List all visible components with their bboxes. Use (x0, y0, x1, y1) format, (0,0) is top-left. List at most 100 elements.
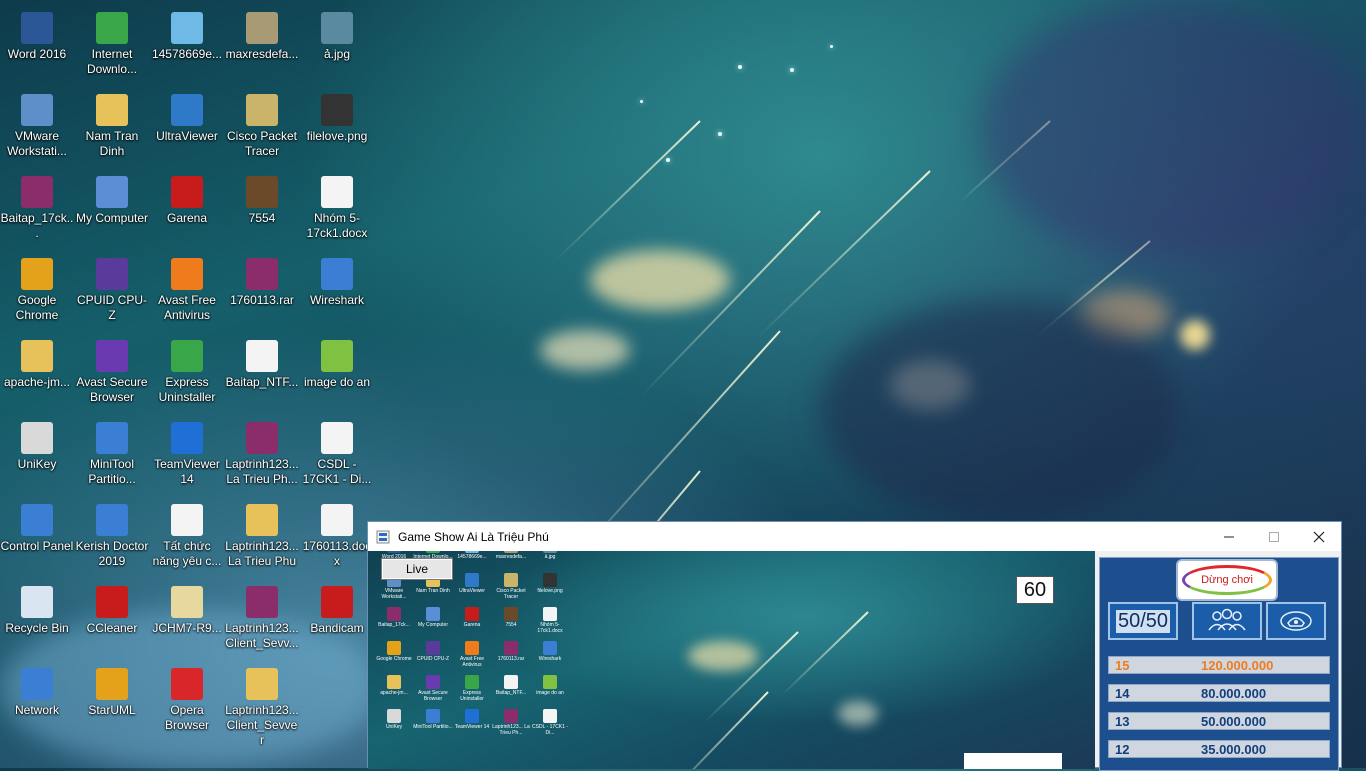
mini-icon-label: Laptrinh123... La Trieu Ph... (492, 724, 530, 736)
desktop-icon-label: Opera Browser (164, 703, 209, 732)
mini-icon-glyph (387, 675, 401, 689)
desktop-icon-laptrinh123-la-trieu-phu[interactable]: Laptrinh123... La Trieu Phu (225, 500, 299, 580)
desktop-icon-ccleaner[interactable]: CCleaner (75, 582, 149, 662)
maximize-button[interactable] (1251, 522, 1296, 551)
desktop-icon-label: Word 2016 (7, 47, 67, 61)
desktop-icon-label: VMware Workstati... (7, 129, 67, 158)
desktop-icon-7554[interactable]: 7554 (225, 172, 299, 252)
desktop-icon-csdl-17ck1-di[interactable]: CSDL - 17CK1 - Di... (300, 418, 374, 498)
desktop-icon-staruml[interactable]: StarUML (75, 664, 149, 744)
mini-desktop-icon: Laptrinh123... La Trieu Ph... (491, 707, 531, 751)
desktop-icon-nam-tran-dinh[interactable]: Nam Tran Dinh (75, 90, 149, 170)
close-button[interactable] (1296, 522, 1341, 551)
desktop-icon-laptrinh123-client-sevv[interactable]: Laptrinh123... Client_Sevv... (225, 582, 299, 662)
desktop-icon-minitool-partitio[interactable]: MiniTool Partitio... (75, 418, 149, 498)
desktop-icon-garena[interactable]: Garena (150, 172, 224, 252)
mini-icon-label: filelove.png (537, 588, 563, 594)
image-file-icon (171, 12, 203, 44)
bandicam-icon (321, 586, 353, 618)
lifeline-phone-friend-button[interactable] (1266, 602, 1326, 640)
lifeline-ask-audience-button[interactable] (1192, 602, 1262, 640)
mini-icon-label: Avast Free Antivirus (459, 656, 485, 668)
mini-icon-label: maxresdefa... (495, 554, 527, 560)
mini-icon-glyph (543, 573, 557, 587)
desktop-icon-avast-secure-browser[interactable]: Avast Secure Browser (75, 336, 149, 416)
mini-icon-label: UltraViewer (459, 588, 485, 594)
desktop-icon-label: Laptrinh123... Client_Sevver (225, 703, 299, 747)
desktop-icon-vmware-workstati[interactable]: VMware Workstati... (0, 90, 74, 170)
excel-file-icon (321, 422, 353, 454)
desktop-icon-word-2016[interactable]: Word 2016 (0, 8, 74, 88)
mini-icon-label: Google Chrome (376, 656, 412, 662)
desktop-icon-network[interactable]: Network (0, 664, 74, 744)
desktop-icon-control-panel[interactable]: Control Panel (0, 500, 74, 580)
desktop-icon-label: Recycle Bin (5, 621, 69, 635)
desktop-icon-cisco-packet-tracer[interactable]: Cisco Packet Tracer (225, 90, 299, 170)
live-screen-preview: Word 2016 Internet Downlo... 14578669e... m… (368, 551, 1095, 769)
teamviewer-icon (171, 422, 203, 454)
prize-amount: 35.000.000 (1201, 741, 1267, 757)
desktop-icon-my-computer[interactable]: My Computer (75, 172, 149, 252)
desktop-icon-ultraviewer[interactable]: UltraViewer (150, 90, 224, 170)
desktop-icon-label: apache-jm... (3, 375, 71, 389)
mini-icon-glyph (504, 551, 518, 553)
desktop-icon-label: Kerish Doctor 2019 (75, 539, 149, 568)
mini-icon-glyph (465, 607, 479, 621)
desktop-icon-t-t-ch-c-n-ng-y-u-c[interactable]: Tất chức năng yêu c... (150, 500, 224, 580)
minimize-button[interactable] (1206, 522, 1251, 551)
desktop-icon-kerish-doctor-2019[interactable]: Kerish Doctor 2019 (75, 500, 149, 580)
desktop-icon-jpg[interactable]: ả.jpg (300, 8, 374, 88)
winrar-icon (246, 258, 278, 290)
prize-row-14: 14 80.000.000 (1108, 684, 1330, 702)
mini-icon-label: TeamViewer 14 (454, 724, 490, 730)
chrome-icon (21, 258, 53, 290)
kerish-icon (96, 504, 128, 536)
desktop-icon-filelove-png[interactable]: filelove.png (300, 90, 374, 170)
desktop-icon-1760113-docx[interactable]: 1760113.docx (300, 500, 374, 580)
desktop-icon-laptrinh123-la-trieu-ph[interactable]: Laptrinh123... La Trieu Ph... (225, 418, 299, 498)
desktop-icon-1760113-rar[interactable]: 1760113.rar (225, 254, 299, 334)
mini-icon-label: 1760113.rar (497, 656, 525, 662)
desktop-icon-maxresdefa[interactable]: maxresdefa... (225, 8, 299, 88)
desktop-icon-label: CSDL - 17CK1 - Di... (302, 457, 372, 486)
desktop-icon-express-uninstaller[interactable]: Express Uninstaller (150, 336, 224, 416)
desktop-icon-unikey[interactable]: UniKey (0, 418, 74, 498)
desktop-icon-apache-jm[interactable]: apache-jm... (0, 336, 74, 416)
desktop-icon-label: Tất chức năng yêu c... (152, 539, 222, 568)
mini-icon-glyph (504, 573, 518, 587)
desktop-icon-label: 7554 (248, 211, 276, 225)
desktop-icon-recycle-bin[interactable]: Recycle Bin (0, 582, 74, 662)
desktop-icon-opera-browser[interactable]: Opera Browser (150, 664, 224, 744)
desktop-icon-wireshark[interactable]: Wireshark (300, 254, 374, 334)
desktop-icon-jchm7-r9[interactable]: JCHM7-R9... (150, 582, 224, 662)
mini-desktop-icon: MiniTool Partitio... (413, 707, 453, 751)
game-window: Game Show Ai Là Triệu Phú Word 2016 Inter… (367, 521, 1342, 771)
desktop-icon-cpuid-cpu-z[interactable]: CPUID CPU-Z (75, 254, 149, 334)
desktop-icon-14578669e[interactable]: 14578669e... (150, 8, 224, 88)
window-titlebar[interactable]: Game Show Ai Là Triệu Phú (368, 522, 1341, 551)
mini-icon-label: MiniTool Partitio... (413, 724, 453, 730)
desktop-icon-avast-free-antivirus[interactable]: Avast Free Antivirus (150, 254, 224, 334)
desktop-icon-nh-m-5-17ck1-docx[interactable]: Nhóm 5-17ck1.docx (300, 172, 374, 252)
quit-button-label: Dừng chơi (1201, 574, 1253, 586)
desktop-icon-baitap-17ck[interactable]: Baitap_17ck... (0, 172, 74, 252)
mini-icon-label: Baitap_NTF... (495, 690, 527, 696)
zip-folder-icon (246, 668, 278, 700)
desktop-icon-internet-downlo[interactable]: Internet Downlo... (75, 8, 149, 88)
desktop-icon-bandicam[interactable]: Bandicam (300, 582, 374, 662)
desktop-icon-teamviewer-14[interactable]: TeamViewer 14 (150, 418, 224, 498)
mini-icon-label: Wireshark (538, 656, 562, 662)
desktop-icon-laptrinh123-client-sevver[interactable]: Laptrinh123... Client_Sevver (225, 664, 299, 747)
lifeline-fifty-fifty-button[interactable]: 50/50 (1108, 602, 1178, 640)
quit-button[interactable]: Dừng chơi (1178, 561, 1276, 599)
mini-desktop-icon: TeamViewer 14 (452, 707, 492, 751)
zip-folder-icon (246, 504, 278, 536)
desktop-icon-baitap-ntf[interactable]: Baitap_NTF... (225, 336, 299, 416)
mini-icon-glyph (426, 641, 440, 655)
mini-icon-glyph (465, 641, 479, 655)
live-button[interactable]: Live (381, 558, 453, 580)
mini-icon-label: Cisco Packet Tracer (496, 588, 526, 600)
desktop-icon-google-chrome[interactable]: Google Chrome (0, 254, 74, 334)
desktop-icon-image-do-an[interactable]: image do an (300, 336, 374, 416)
zip-folder-icon (321, 340, 353, 372)
